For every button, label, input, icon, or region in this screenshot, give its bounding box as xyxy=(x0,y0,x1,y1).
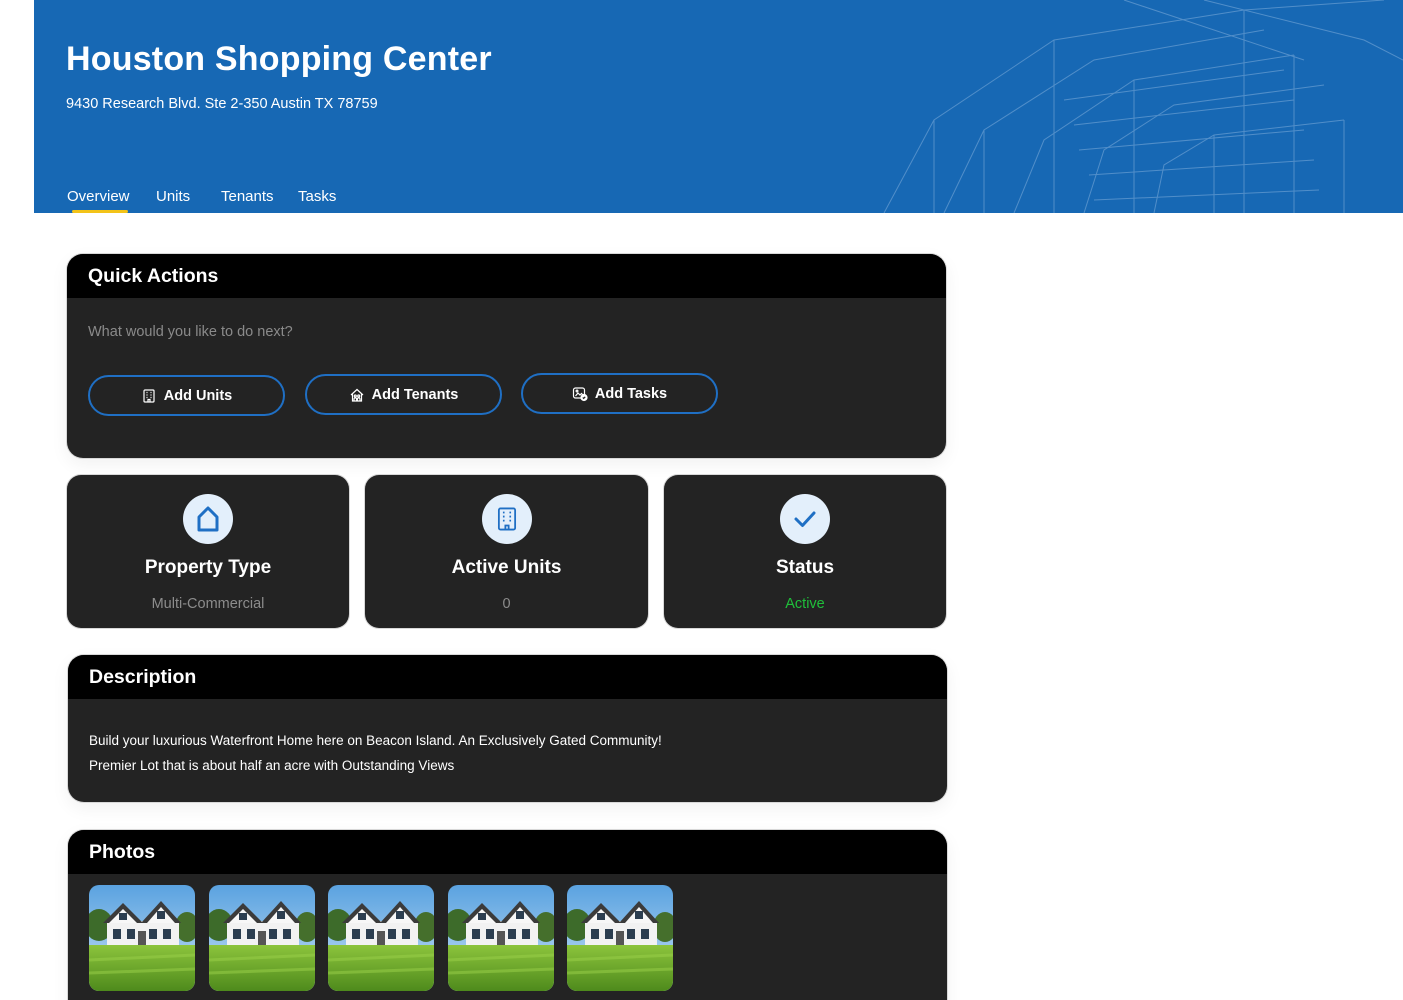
quick-actions-card: Quick Actions What would you like to do … xyxy=(67,254,946,458)
stat-label: Status xyxy=(775,557,835,578)
property-type-card: Property Type Multi-Commercial xyxy=(67,475,349,628)
add-units-button[interactable]: Add Units xyxy=(88,375,285,416)
description-line: Build your luxurious Waterfront Home her… xyxy=(89,733,662,748)
add-tasks-label: Add Tasks xyxy=(594,385,668,402)
add-tenants-label: Add Tenants xyxy=(371,386,459,403)
house-photo-image xyxy=(208,885,315,991)
quick-actions-title: Quick Actions xyxy=(67,254,946,298)
description-title: Description xyxy=(68,655,947,699)
tab-tasks[interactable]: Tasks xyxy=(298,188,336,205)
description-card: Description Build your luxurious Waterfr… xyxy=(68,655,947,802)
description-line: Premier Lot that is about half an acre w… xyxy=(89,758,455,773)
building-icon xyxy=(497,507,516,531)
photo-thumbnail[interactable] xyxy=(89,885,195,991)
stat-label: Property Type xyxy=(144,557,272,578)
photo-thumbnail[interactable] xyxy=(567,885,673,991)
house-photo-image xyxy=(567,885,673,991)
check-icon xyxy=(794,511,816,527)
stat-icon-circle xyxy=(481,494,532,544)
stat-value: Multi-Commercial xyxy=(151,596,265,612)
property-title: Houston Shopping Center xyxy=(66,40,492,78)
tab-units[interactable]: Units xyxy=(156,188,190,205)
quick-actions-subtitle: What would you like to do next? xyxy=(88,324,293,340)
photos-card: Photos xyxy=(68,830,947,1000)
status-value: Active xyxy=(785,596,825,612)
stat-icon-circle xyxy=(183,494,233,544)
status-card: Status Active xyxy=(664,475,946,628)
active-units-card: Active Units 0 xyxy=(365,475,648,628)
photos-title: Photos xyxy=(68,830,947,874)
stat-label: Active Units xyxy=(451,557,562,578)
house-photo-image xyxy=(447,885,554,991)
description-text: Build your luxurious Waterfront Home her… xyxy=(89,728,662,778)
property-address: 9430 Research Blvd. Ste 2-350 Austin TX … xyxy=(66,96,378,112)
add-tasks-button[interactable]: Add Tasks xyxy=(521,373,718,414)
tab-tenants[interactable]: Tenants xyxy=(221,188,274,205)
house-photo-image xyxy=(89,885,195,991)
photo-thumbnail[interactable] xyxy=(447,885,554,991)
add-tenants-button[interactable]: Add Tenants xyxy=(305,374,502,415)
add-units-label: Add Units xyxy=(163,387,233,404)
stat-icon-circle xyxy=(780,494,830,544)
active-tab-indicator xyxy=(72,210,128,213)
tab-overview[interactable]: Overview xyxy=(67,188,130,205)
building-icon xyxy=(143,388,155,403)
property-page: Houston Shopping Center 9430 Research Bl… xyxy=(0,0,1403,1000)
house-photo-image xyxy=(328,885,434,991)
photo-thumbnail[interactable] xyxy=(208,885,315,991)
home-icon xyxy=(197,506,219,532)
house-people-icon xyxy=(350,388,364,402)
stat-value: 0 xyxy=(502,596,511,612)
header-banner: Houston Shopping Center 9430 Research Bl… xyxy=(34,0,1403,213)
photo-thumbnail[interactable] xyxy=(328,885,434,991)
task-image-icon xyxy=(572,386,588,401)
building-sketch-graphic xyxy=(883,0,1403,213)
